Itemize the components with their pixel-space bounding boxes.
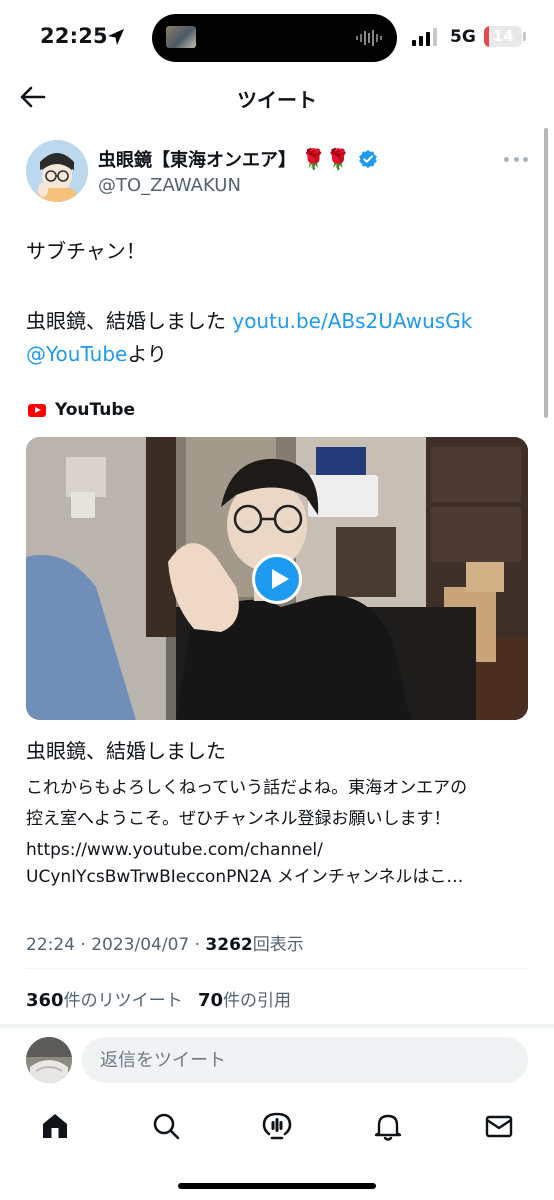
tweet-text-line: @YouTubeより — [26, 341, 167, 367]
page-title: ツイート — [237, 88, 317, 112]
nav-messages[interactable] — [479, 1106, 519, 1146]
view-count[interactable]: 3262 — [205, 935, 252, 955]
retweet-stat[interactable]: 360件のリツイート — [26, 990, 183, 1011]
audio-waveform-icon — [356, 30, 382, 46]
author-display-name[interactable]: 虫眼鏡【東海オンエア】 — [98, 146, 296, 172]
view-count-label: 回表示 — [252, 935, 304, 955]
tweet-meta: 22:24 · 2023/04/07 · 3262回表示 — [26, 930, 304, 955]
scrollbar[interactable] — [544, 128, 548, 418]
more-dot-icon — [523, 156, 528, 162]
author-handle[interactable]: @TO_ZAWAKUN — [98, 175, 241, 196]
notifications-icon — [374, 1114, 402, 1141]
retweet-count: 360 — [26, 990, 64, 1011]
card-description-line: UCynIYcsBwTrwBIecconPN2A メインチャンネルはこ… — [26, 867, 464, 887]
tweet-date: 2023/04/07 — [91, 935, 190, 955]
rose-emoji: 🌹🌹 — [301, 147, 351, 171]
tweet-text: より — [127, 342, 167, 366]
card-title[interactable]: 虫眼鏡、結婚しました — [26, 735, 226, 764]
tweet-text-line: 虫眼鏡、結婚しました youtu.be/ABs2UAwusGk — [26, 308, 472, 334]
bottom-nav — [0, 1096, 554, 1156]
battery-nub — [523, 32, 526, 41]
divider — [0, 1024, 554, 1028]
tweet-stats: 360件のリツイート 70件の引用 — [26, 986, 291, 1011]
home-indicator[interactable] — [178, 1183, 376, 1189]
user-avatar[interactable] — [26, 1037, 72, 1083]
author-name-row[interactable]: 虫眼鏡【東海オンエア】 🌹🌹 — [98, 146, 378, 172]
more-options-button[interactable] — [504, 152, 528, 166]
nav-search[interactable] — [146, 1106, 186, 1146]
card-description-line: https://www.youtube.com/channel/ — [26, 840, 323, 860]
status-bar: 22:25 5G 14 — [0, 0, 554, 76]
mention-link[interactable]: @YouTube — [26, 342, 127, 366]
user-avatar-image — [26, 1037, 72, 1083]
youtube-icon — [28, 403, 46, 417]
nav-home[interactable] — [35, 1106, 75, 1146]
more-dot-icon — [513, 156, 519, 162]
nav-notifications[interactable] — [368, 1106, 408, 1146]
card-description-line: これからもよろしくねっていう話だよね。東海オンエアの — [26, 778, 468, 798]
card-source[interactable]: YouTube — [28, 400, 135, 420]
home-icon — [43, 1114, 67, 1138]
search-icon — [153, 1113, 180, 1140]
card-source-label: YouTube — [55, 400, 136, 420]
quote-count: 70 — [197, 990, 224, 1011]
verified-badge-icon[interactable] — [358, 149, 378, 169]
tweet-text-line: サブチャン！ — [26, 239, 146, 263]
avatar-illustration — [26, 140, 88, 202]
play-button[interactable] — [252, 554, 302, 604]
battery-icon: 14 — [484, 26, 522, 47]
more-dot-icon — [504, 156, 509, 162]
messages-icon — [485, 1115, 513, 1138]
quote-label: 件の引用 — [223, 991, 292, 1011]
now-playing-thumbnail — [166, 26, 196, 48]
author-avatar[interactable] — [26, 140, 88, 202]
quote-stat[interactable]: 70件の引用 — [197, 990, 292, 1011]
card-description-line: 控え室へようこそ。ぜひチャンネル登録お願いします！ — [26, 809, 451, 829]
video-thumbnail[interactable] — [26, 437, 528, 720]
cellular-signal-icon — [412, 28, 437, 46]
reply-input[interactable] — [82, 1037, 528, 1083]
tweet-link[interactable]: youtu.be/ABs2UAwusGk — [232, 309, 472, 333]
spaces-icon — [262, 1112, 292, 1140]
network-type: 5G — [450, 27, 476, 47]
location-arrow-icon — [108, 29, 124, 45]
tweet-time: 22:24 — [26, 935, 75, 955]
battery-percent: 14 — [492, 27, 514, 45]
meta-separator: · — [189, 935, 206, 955]
nav-spaces[interactable] — [257, 1106, 297, 1146]
top-bar: ツイート — [0, 76, 554, 120]
status-time: 22:25 — [40, 24, 108, 48]
retweet-label: 件のリツイート — [63, 991, 183, 1011]
tweet-text: 虫眼鏡、結婚しました — [26, 309, 233, 333]
dynamic-island[interactable] — [152, 14, 397, 62]
meta-separator: · — [75, 935, 92, 955]
divider — [26, 968, 528, 969]
